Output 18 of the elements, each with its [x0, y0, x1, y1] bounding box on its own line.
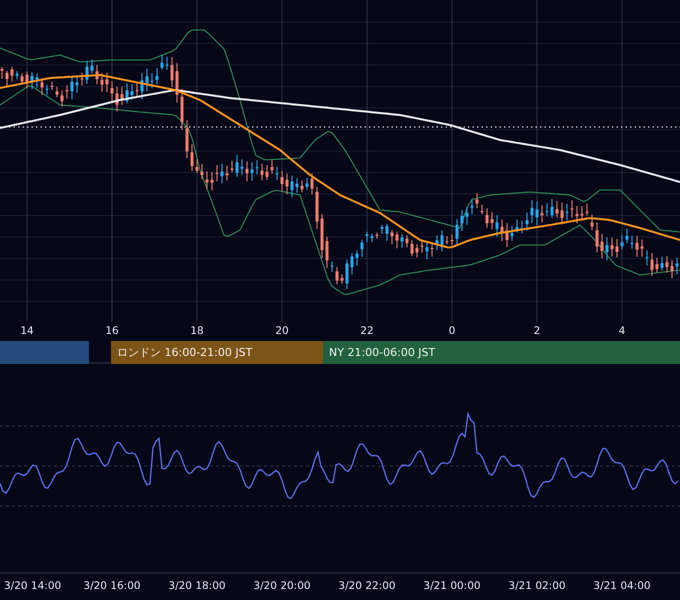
axis-label: 14: [20, 324, 34, 339]
session-bar: NY 21:00-06:00 JST: [323, 341, 680, 364]
axis-label: 2: [534, 324, 540, 339]
axis-label: 16: [105, 324, 119, 339]
axis-label: 3/20 18:00: [168, 579, 226, 594]
axis-label: 3/20 20:00: [253, 579, 311, 594]
axis-label: 20: [275, 324, 289, 339]
session-bar: ロンドン 16:00-21:00 JST: [111, 341, 323, 364]
axis-label: 3/21 02:00: [508, 579, 566, 594]
axis-label: 0: [448, 324, 456, 339]
axis-label: 4: [618, 324, 626, 339]
axis-label: 18: [190, 324, 204, 339]
axis-label: 22: [360, 324, 374, 339]
axis-label: 3/20 16:00: [83, 579, 141, 594]
axis-label: 3/21 04:00: [593, 579, 651, 594]
axis-label: 3/20 14:00: [4, 579, 62, 594]
axis-label: 3/21 00:00: [423, 579, 481, 594]
axis-label: 3/20 22:00: [338, 579, 396, 594]
